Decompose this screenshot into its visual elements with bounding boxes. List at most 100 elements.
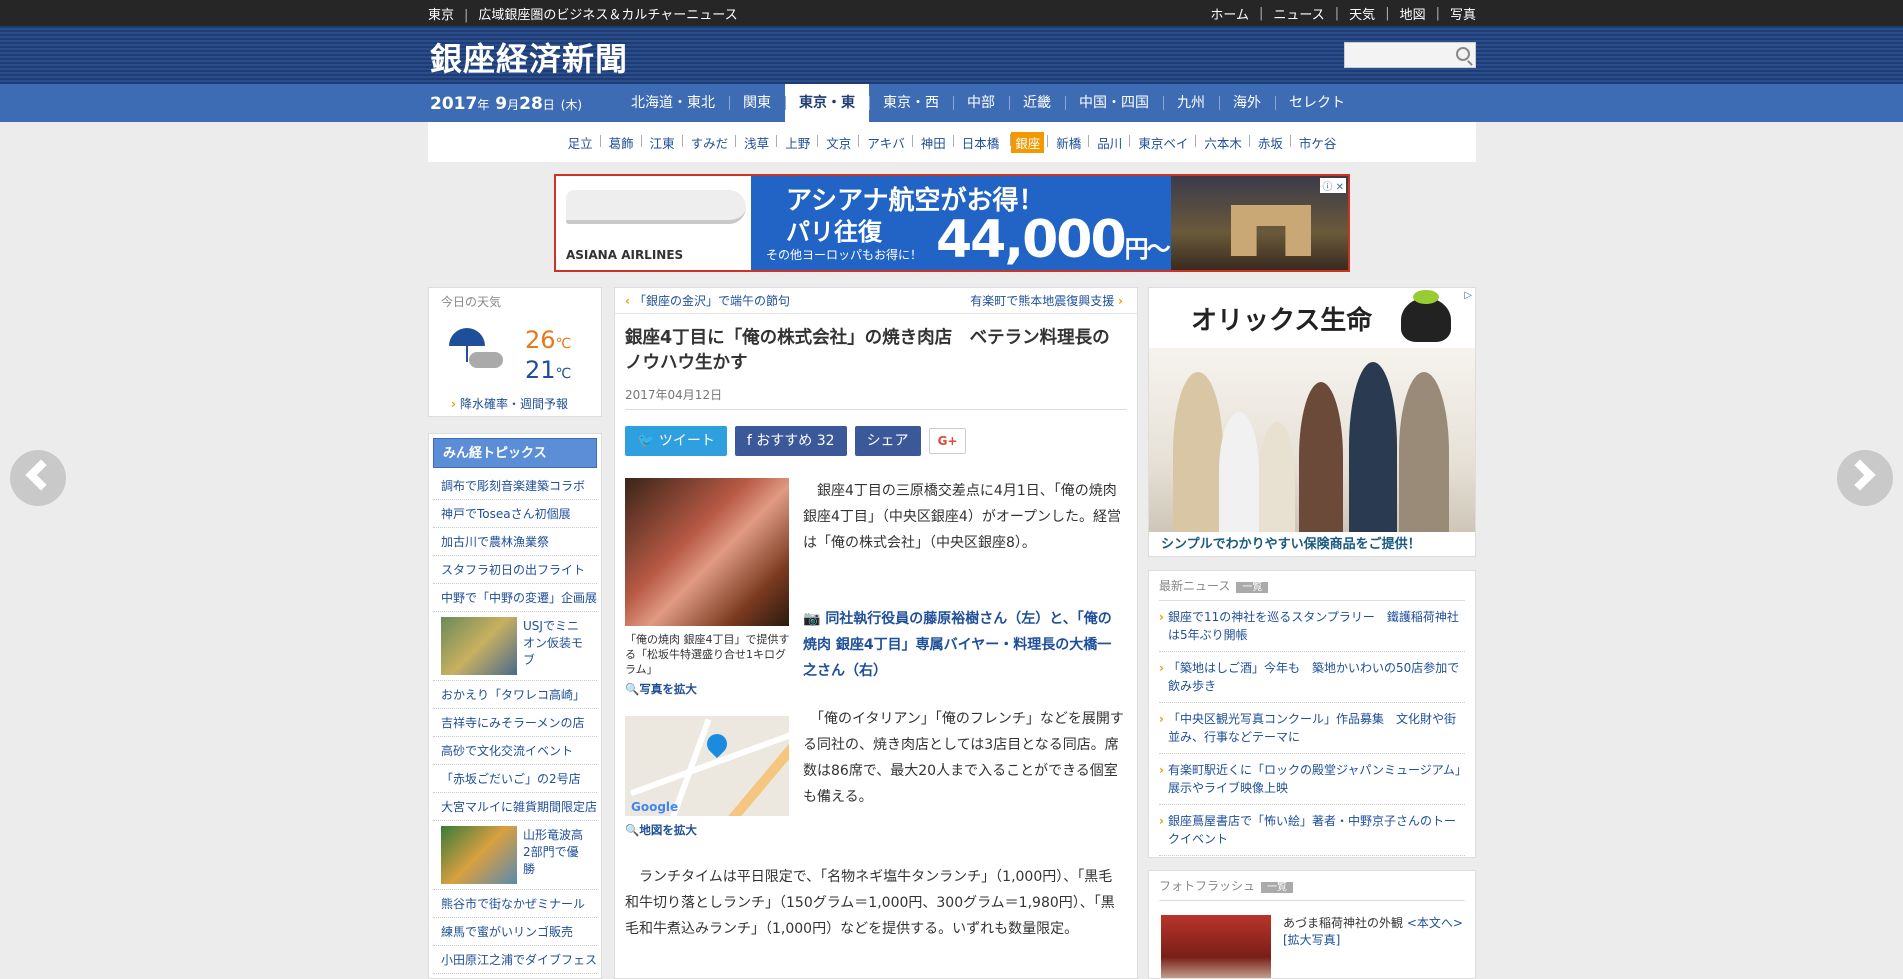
region-tab[interactable]: 九州 bbox=[1163, 84, 1219, 122]
region-tab[interactable]: 関東 bbox=[729, 84, 785, 122]
area-link[interactable]: 六本木 bbox=[1195, 133, 1250, 152]
article-photo[interactable] bbox=[625, 478, 789, 626]
area-link[interactable]: 上野 bbox=[776, 133, 818, 152]
photo-flash-caption: あづま稲荷神社の外観 <本文へ> [拡大写真] bbox=[1283, 916, 1463, 947]
photo-flash-zoom-link[interactable]: [拡大写真] bbox=[1283, 933, 1340, 947]
top-link-map[interactable]: 地図 bbox=[1400, 4, 1426, 23]
ad-price: 44,000円〜 bbox=[936, 210, 1171, 270]
area-link[interactable]: 市ケ谷 bbox=[1289, 133, 1345, 152]
top-link-news[interactable]: ニュース bbox=[1273, 4, 1324, 23]
region-tab[interactable]: 中国・四国 bbox=[1065, 84, 1163, 122]
region-tab[interactable]: 海外 bbox=[1219, 84, 1275, 122]
map-thumbnail[interactable]: Google bbox=[625, 716, 789, 816]
list-badge[interactable]: 一覧 bbox=[1261, 882, 1294, 893]
region-tab[interactable]: 東京・西 bbox=[869, 84, 953, 122]
photo-flash-more-link[interactable]: <本文へ> bbox=[1407, 916, 1463, 930]
google-plus-button[interactable]: G+ bbox=[928, 428, 967, 454]
next-article-link[interactable]: 有楽町で熊本地震復興支援 › bbox=[970, 292, 1127, 309]
zoom-icon: 🔍 bbox=[625, 823, 640, 837]
area-link[interactable]: 日本橋 bbox=[952, 133, 1008, 152]
latest-news-list: › 銀座で11の神社を巡るスタンプラリー 鐵護稲荷神社は5年ぶり開帳 › 「築地はしご… bbox=[1149, 601, 1475, 856]
latest-news-header: 最新ニュース 一覧 bbox=[1159, 571, 1465, 601]
area-link[interactable]: 品川 bbox=[1088, 133, 1130, 152]
article: ‹ 「銀座の金沢」で端午の節句 有楽町で熊本地震復興支援 › 銀座4丁目に「俺の株… bbox=[614, 287, 1138, 979]
photo-zoom-link[interactable]: 🔍写真を拡大 bbox=[625, 681, 697, 697]
map-zoom-link[interactable]: 🔍地図を拡大 bbox=[625, 822, 697, 838]
arch-image bbox=[1231, 205, 1311, 256]
current-date: 2017年 9月28日 (木) bbox=[430, 94, 583, 114]
area-link[interactable]: 葛飾 bbox=[599, 133, 642, 152]
photo-flash-thumb[interactable] bbox=[1161, 915, 1271, 978]
tweet-button[interactable]: 🐦 ツイート bbox=[625, 426, 727, 456]
share-button[interactable]: シェア bbox=[854, 426, 921, 456]
topic-text: スタフラ初日の出フライト bbox=[441, 563, 586, 577]
top-link-weather[interactable]: 天気 bbox=[1349, 4, 1375, 23]
news-item[interactable]: › 銀座蔦屋書店で「怖い絵」著者・中野京子さんのトークイベント bbox=[1159, 805, 1465, 856]
topic-item[interactable]: 西新宿で防災イベント bbox=[433, 974, 597, 978]
area-link[interactable]: 江東 bbox=[640, 133, 683, 152]
top-link-photo[interactable]: 写真 bbox=[1450, 4, 1476, 23]
forecast-link[interactable]: › 降水確率・週間予報 bbox=[451, 395, 568, 412]
news-title: 銀座蔦屋書店で「怖い絵」著者・中野京子さんのトークイベント bbox=[1167, 814, 1456, 846]
top-links: ホーム | ニュース | 天気 | 地図 | 写真 bbox=[1210, 4, 1476, 23]
region-tab[interactable]: 東京・東 bbox=[785, 84, 869, 122]
adchoices-icon[interactable]: ▷ bbox=[1464, 290, 1472, 301]
topic-item[interactable]: 神戸でToseaさん初個展 bbox=[433, 500, 597, 528]
topic-item[interactable]: スタフラ初日の出フライト bbox=[433, 556, 597, 584]
topic-item[interactable]: 吉祥寺にみそラーメンの店 bbox=[433, 709, 597, 737]
area-link[interactable]: 新橋 bbox=[1047, 133, 1089, 152]
news-item[interactable]: › 「築地はしご酒」今年も 築地かいわいの50店参加で飲み歩き bbox=[1159, 652, 1465, 703]
area-link[interactable]: すみだ bbox=[681, 133, 737, 152]
topic-item[interactable]: 小田原江之浦でダイブフェス bbox=[433, 946, 597, 974]
news-item[interactable]: › 有楽町駅近くに「ロックの殿堂ジャパンミュージアム」 展示やライブ映像上映 bbox=[1159, 754, 1473, 805]
topic-item[interactable]: 大宮マルイに雑貨期間限定店 bbox=[433, 793, 597, 821]
photo-subcaption-link[interactable]: 📷 同社執行役員の藤原裕樹さん（左）と、「俺の焼肉 銀座4丁目」専属バイヤー・料… bbox=[803, 606, 1125, 684]
topic-item[interactable]: 調布で彫刻音楽建築コラボ bbox=[433, 472, 597, 500]
region-label[interactable]: 東京 bbox=[428, 8, 454, 23]
tagline: 広域銀座圏のビジネス＆カルチャーニュース bbox=[478, 7, 738, 23]
topic-item[interactable]: 加古川で農林漁業祭 bbox=[433, 528, 597, 556]
area-link[interactable]: 赤坂 bbox=[1248, 133, 1291, 152]
region-tab[interactable]: 中部 bbox=[953, 84, 1009, 122]
news-item[interactable]: › 銀座で11の神社を巡るスタンプラリー 鐵護稲荷神社は5年ぶり開帳 bbox=[1159, 601, 1465, 652]
topic-thumbnail bbox=[441, 826, 517, 884]
region-tab[interactable]: セレクト bbox=[1275, 84, 1359, 122]
topic-item[interactable]: 練馬で蜜がいリンゴ販売 bbox=[433, 918, 597, 946]
area-link[interactable]: 浅草 bbox=[735, 133, 777, 152]
topic-item[interactable]: 山形竜波高2部門で優勝 bbox=[433, 821, 597, 890]
area-link[interactable]: 文京 bbox=[817, 133, 859, 152]
topic-item[interactable]: 「赤坂ごだいご」の2号店 bbox=[433, 765, 597, 793]
topic-item[interactable]: USJでミニオン仮装モブ bbox=[433, 612, 597, 681]
region-tab[interactable]: 北海道・東北 bbox=[617, 84, 729, 122]
topic-item[interactable]: 高砂で文化交流イベント bbox=[433, 737, 597, 765]
side-ad-footer: シンプルでわかりやすい保険商品をご提供！ bbox=[1149, 532, 1475, 556]
area-link[interactable]: 足立 bbox=[560, 133, 601, 152]
zoom-icon: 🔍 bbox=[625, 682, 640, 696]
area-link[interactable]: 神田 bbox=[911, 133, 954, 152]
prev-article-link[interactable]: ‹ 「銀座の金沢」で端午の節句 bbox=[625, 292, 790, 309]
region-tab[interactable]: 近畿 bbox=[1009, 84, 1065, 122]
photo-flash-header: フォトフラッシュ 一覧 bbox=[1159, 871, 1465, 901]
chevron-right-icon: › bbox=[451, 397, 456, 411]
next-arrow-icon[interactable] bbox=[1837, 450, 1893, 506]
topic-item[interactable]: 中野で「中野の変遷」企画展 bbox=[433, 584, 597, 612]
side-ad-logo: オリックス生命 bbox=[1191, 306, 1373, 336]
search-icon[interactable] bbox=[1456, 47, 1470, 61]
site-logo[interactable]: 銀座経済新聞 bbox=[430, 34, 628, 80]
top-ad-banner[interactable]: ASIANA AIRLINES アシアナ航空がお得！ パリ往復 その他ヨーロッパ… bbox=[554, 174, 1350, 272]
facebook-recommend-button[interactable]: f おすすめ 32 bbox=[734, 426, 847, 456]
prev-arrow-icon[interactable] bbox=[10, 450, 66, 506]
search-box[interactable] bbox=[1344, 42, 1476, 68]
topic-item[interactable]: おかえり「タワレコ高崎」 bbox=[433, 681, 597, 709]
topic-item[interactable]: 熊谷市で街なかぜミナール bbox=[433, 890, 597, 918]
ad-sub: その他ヨーロッパもお得に！ bbox=[766, 248, 923, 262]
adchoices-icon[interactable]: ⓘ ✕ bbox=[1320, 178, 1346, 193]
area-link[interactable]: アキバ bbox=[858, 133, 913, 152]
top-link-home[interactable]: ホーム bbox=[1210, 4, 1249, 23]
news-item[interactable]: › 「中央区観光写真コンクール」作品募集 文化財や街並み、行事などテーマに bbox=[1159, 703, 1465, 754]
area-link[interactable]: 銀座 bbox=[1010, 131, 1045, 153]
area-link[interactable]: 東京ベイ bbox=[1129, 133, 1196, 152]
list-badge[interactable]: 一覧 bbox=[1236, 582, 1269, 593]
side-ad[interactable]: オリックス生命 シンプルでわかりやすい保険商品をご提供！ ▷ bbox=[1148, 287, 1476, 557]
ad-brand: ASIANA AIRLINES bbox=[566, 248, 684, 262]
